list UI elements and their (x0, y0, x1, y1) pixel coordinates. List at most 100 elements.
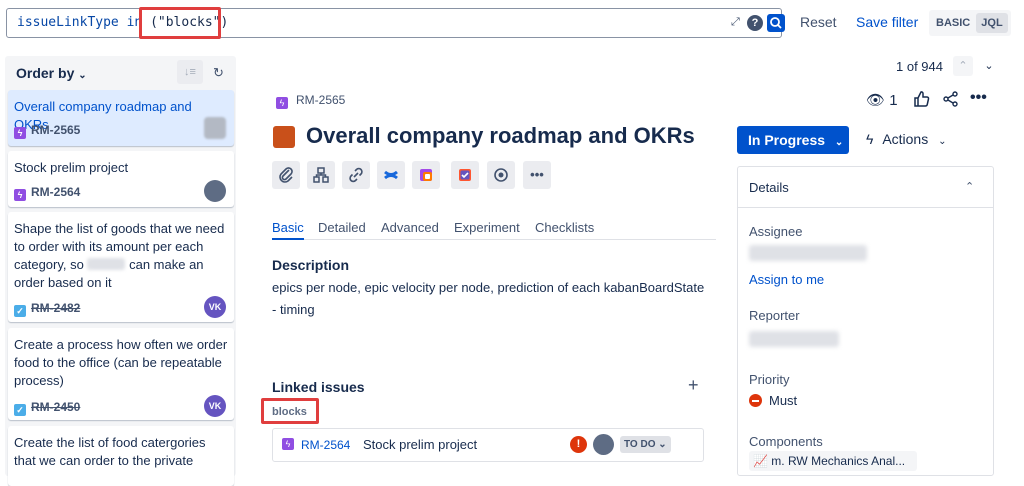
chevron-down-icon: ⌄ (834, 137, 844, 148)
chevron-down-icon: ⌄ (655, 439, 667, 450)
list-item[interactable]: Stock prelim project ϟ RM-2564 (8, 151, 234, 207)
add-linked-issue-button[interactable]: + (688, 375, 699, 396)
tab-experiment[interactable]: Experiment (454, 220, 520, 235)
assignee-value[interactable] (749, 245, 867, 261)
link-type-label: blocks (272, 406, 307, 418)
avatar (593, 434, 614, 455)
linked-issue-summary[interactable]: Stock prelim project (363, 437, 477, 452)
tab-advanced[interactable]: Advanced (381, 220, 439, 235)
thumbs-up-icon[interactable] (912, 90, 930, 112)
linked-issues-heading: Linked issues (272, 379, 365, 395)
task-icon: ✓ (14, 305, 26, 317)
component-tag[interactable]: 📈 m. RW Mechanics Anal... (749, 451, 917, 471)
link-icon[interactable] (342, 161, 370, 189)
pager-count: 1 of 944 (896, 59, 943, 74)
jql-field: issueLinkType (17, 15, 119, 30)
avatar (204, 180, 226, 202)
card-key: RM-2450 (31, 400, 81, 414)
redacted-text (87, 258, 126, 270)
chevron-down-icon: ⌄ (78, 70, 87, 81)
list-item[interactable]: Create a process how often we order food… (8, 328, 234, 420)
expand-icon[interactable]: ⤢ (731, 16, 745, 30)
child-issue-icon[interactable] (307, 161, 335, 189)
search-button[interactable] (767, 14, 785, 32)
list-item[interactable]: Overall company roadmap and OKRs ϟ RM-256… (8, 90, 234, 146)
eye-icon: 👁 (866, 92, 886, 109)
avatar (204, 117, 226, 139)
actions-button[interactable]: ϟ Actions ⌄ (866, 131, 947, 147)
epic-icon: ϟ (276, 97, 288, 109)
description-heading: Description (272, 257, 350, 273)
order-by-button[interactable]: Order by ⌄ (16, 65, 87, 81)
priority-label: Priority (749, 372, 790, 387)
details-title: Details (749, 180, 789, 195)
help-icon[interactable]: ? (747, 15, 763, 31)
reporter-label: Reporter (749, 308, 800, 323)
refresh-icon[interactable]: ↻ (213, 65, 224, 81)
next-issue-button[interactable]: ⌄ (979, 56, 999, 76)
card-title: Stock prelim project (14, 160, 129, 175)
tab-detailed[interactable]: Detailed (318, 220, 366, 235)
components-label: Components (749, 434, 823, 449)
page-title[interactable]: Overall company roadmap and OKRs (306, 123, 695, 149)
tab-divider (272, 239, 716, 240)
search-icon (770, 17, 782, 29)
watch-button[interactable]: 👁 1 (866, 91, 898, 109)
breadcrumb-key: RM-2565 (296, 93, 346, 107)
checklist-app-icon[interactable] (451, 161, 479, 189)
app-icon[interactable] (412, 161, 440, 189)
breadcrumb[interactable]: ϟ RM-2565 (276, 93, 345, 109)
card-key: RM-2564 (31, 185, 81, 199)
tab-basic[interactable]: Basic (272, 220, 304, 235)
previous-issue-button[interactable]: ⌃ (953, 56, 973, 76)
watcher-count: 1 (889, 92, 898, 109)
task-icon: ✓ (14, 404, 26, 416)
jql-mode-button[interactable]: JQL (976, 13, 1008, 33)
jql-value-highlight (139, 7, 221, 39)
linked-issue-status-label: TO DO (624, 439, 656, 450)
epic-icon: ϟ (282, 438, 294, 450)
card-title: Create the list of food catergories that… (14, 435, 206, 468)
chevron-down-icon: ⌄ (938, 136, 947, 147)
priority-value[interactable]: Must (769, 393, 797, 408)
target-icon[interactable] (487, 161, 515, 189)
jql-search-input[interactable]: issueLinkType in ("blocks") ⤢ ? (6, 8, 785, 38)
tab-checklists[interactable]: Checklists (535, 220, 594, 235)
save-filter-button[interactable]: Save filter (856, 14, 918, 30)
actions-label: Actions (882, 131, 929, 147)
chart-icon: 📈 (753, 454, 768, 468)
active-tab-indicator (272, 238, 304, 240)
epic-icon: ϟ (14, 127, 26, 139)
card-title: Shape the list of goods that we need to … (14, 220, 228, 292)
card-title: Create a process how often we order food… (14, 337, 228, 388)
assign-to-me-link[interactable]: Assign to me (749, 272, 824, 287)
reporter-value[interactable] (749, 331, 839, 347)
assignee-label: Assignee (749, 224, 803, 239)
card-key: RM-2565 (31, 123, 81, 137)
sort-direction-icon[interactable]: ↓≡ (177, 60, 203, 84)
epic-icon: ϟ (14, 189, 26, 201)
linked-issue-status[interactable]: TO DO ⌄ (620, 436, 671, 453)
card-key: RM-2482 (31, 301, 81, 315)
linked-issue-key[interactable]: RM-2564 (301, 438, 350, 452)
component-value: m. RW Mechanics Anal... (771, 454, 906, 468)
basic-mode-button[interactable]: BASIC (936, 17, 970, 29)
more-icon[interactable]: ••• (970, 89, 987, 107)
order-by-label: Order by (16, 65, 75, 81)
priority-must-icon (749, 394, 762, 407)
reset-button[interactable]: Reset (800, 14, 837, 30)
more-apps-icon[interactable]: ••• (523, 161, 551, 189)
priority-icon: ! (570, 436, 587, 453)
avatar: VK (204, 296, 226, 318)
list-item[interactable]: Shape the list of goods that we need to … (8, 212, 234, 322)
status-button[interactable]: In Progress ⌄ (737, 126, 849, 154)
description-text[interactable]: epics per node, epic velocity per node, … (272, 277, 712, 321)
lightning-icon: ϟ (866, 131, 874, 147)
issue-type-icon (273, 126, 295, 148)
share-icon[interactable] (942, 90, 960, 112)
avatar: VK (204, 395, 226, 417)
attachment-icon[interactable] (272, 161, 300, 189)
list-item[interactable]: Create the list of food catergories that… (8, 426, 234, 486)
confluence-icon[interactable] (377, 161, 405, 189)
chevron-up-icon[interactable]: ⌃ (965, 180, 974, 193)
